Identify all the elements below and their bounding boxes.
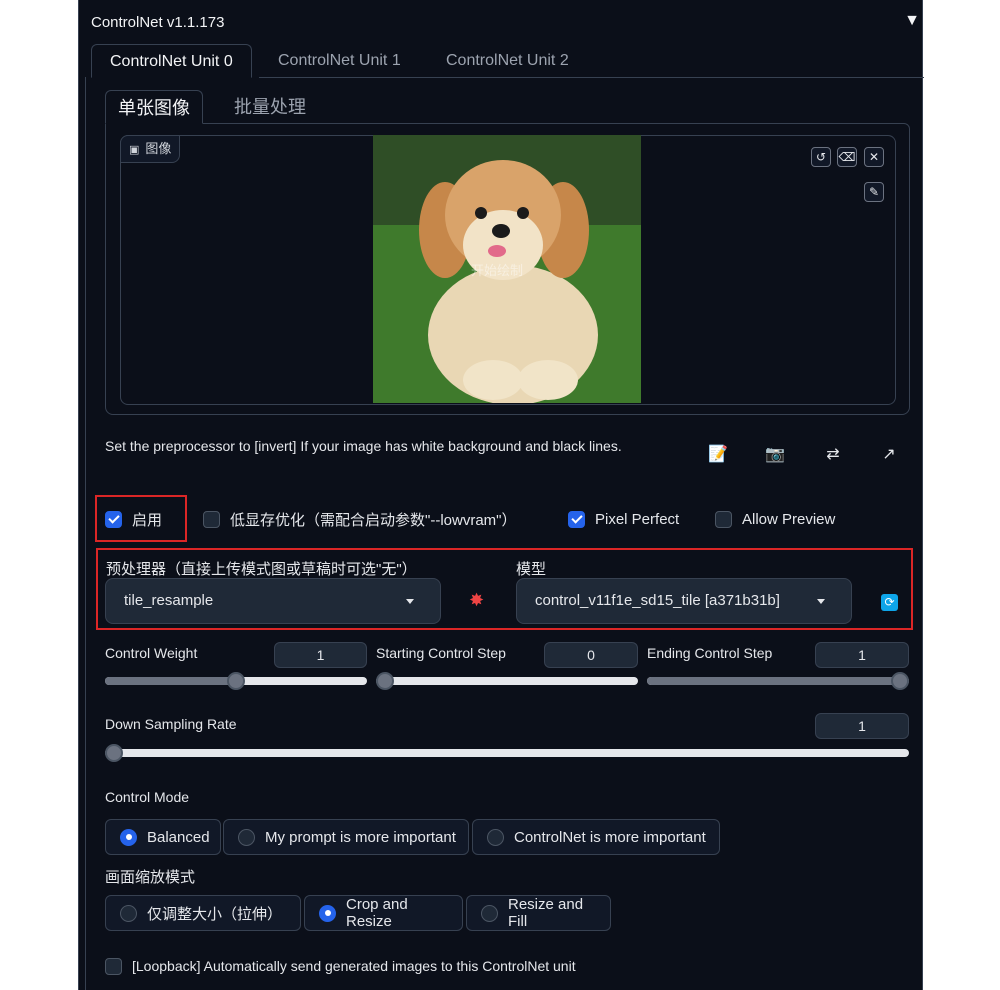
starting-step-slider[interactable] [376,672,638,690]
run-preprocessor-icon[interactable]: ✸ [469,590,484,611]
image-icon: ▣ [129,144,140,156]
radio-label: 仅调整大小（拉伸） [147,905,283,923]
model-label: 模型 [516,561,547,578]
radio-icon [238,828,255,846]
pixel-perfect-checkbox[interactable]: Pixel Perfect [568,508,679,530]
watermark: 开始绘制 [471,263,524,278]
ending-step-input[interactable]: 1 [815,642,909,668]
starting-step-label: Starting Control Step [376,645,506,661]
controlnet-panel: ControlNet v1.1.173 ▼ ControlNet Unit 0 … [78,0,924,990]
radio-label: ControlNet is more important [514,828,706,846]
resize-stretch-radio[interactable]: 仅调整大小（拉伸） [105,895,301,931]
enable-label: 启用 [132,511,163,529]
chevron-down-icon [406,599,414,604]
control-weight-label: Control Weight [105,645,198,661]
mode-controlnet-radio[interactable]: ControlNet is more important [472,819,720,855]
tab-batch[interactable]: 批量处理 [222,90,318,124]
radio-icon [487,828,504,846]
control-weight-slider[interactable] [105,672,367,690]
slider-thumb[interactable] [105,744,123,762]
lowvram-label: 低显存优化（需配合启动参数"--lowvram"） [230,511,517,529]
eraser-icon[interactable]: ⌫ [837,147,857,167]
resize-mode-label: 画面缩放模式 [105,869,196,886]
resize-fill-radio[interactable]: Resize and Fill [466,895,611,931]
radio-label: My prompt is more important [265,828,456,846]
panel-title: ControlNet v1.1.173 [91,14,225,31]
model-dropdown[interactable]: control_v11f1e_sd15_tile [a371b31b] [516,578,852,624]
radio-selected-icon [319,904,336,922]
image-label-text: 图像 [145,141,172,156]
mode-prompt-radio[interactable]: My prompt is more important [223,819,469,855]
slider-fill [647,677,909,685]
mode-balanced-radio[interactable]: Balanced [105,819,221,855]
checkbox-icon [203,510,220,528]
radio-label: Balanced [147,828,210,846]
slider-thumb[interactable] [891,672,909,690]
radio-selected-icon [120,828,137,846]
swap-icon[interactable]: ⇄ [821,444,845,464]
refresh-icon[interactable]: ⟳ [881,594,898,611]
allow-preview-label: Allow Preview [742,510,836,528]
slider-fill [105,677,236,685]
ending-step-slider[interactable] [647,672,909,690]
checkbox-icon [105,957,122,975]
starting-step-input[interactable]: 0 [544,642,638,668]
control-mode-label: Control Mode [105,789,190,805]
tab-single-image[interactable]: 单张图像 [105,90,203,124]
edit-icon[interactable]: 📝 [706,444,730,464]
radio-icon [120,904,137,922]
checkbox-checked-icon [568,510,585,528]
down-sampling-slider[interactable] [105,744,909,762]
image-label: ▣ 图像 [120,135,181,163]
camera-icon[interactable]: 📷 [763,444,787,464]
collapse-icon[interactable]: ▼ [904,12,920,30]
preprocessor-label: 预处理器（直接上传模式图或草稿时可选"无"） [106,561,417,578]
loopback-checkbox[interactable]: [Loopback] Automatically send generated … [105,955,576,977]
preprocessor-value: tile_resample [124,592,214,609]
lowvram-checkbox[interactable]: 低显存优化（需配合启动参数"--lowvram"） [203,508,516,530]
ending-step-label: Ending Control Step [647,645,773,661]
tab-unit-2[interactable]: ControlNet Unit 2 [428,44,587,78]
pixel-perfect-label: Pixel Perfect [595,510,680,528]
allow-preview-checkbox[interactable]: Allow Preview [715,508,835,530]
loopback-label: [Loopback] Automatically send generated … [132,958,576,974]
close-icon[interactable]: ✕ [864,147,884,167]
tab-unit-0[interactable]: ControlNet Unit 0 [91,44,252,78]
chevron-down-icon [817,599,825,604]
preprocessor-dropdown[interactable]: tile_resample [105,578,441,624]
slider-thumb[interactable] [376,672,394,690]
send-dimensions-icon[interactable]: ↗ [877,444,901,464]
radio-label: Resize and Fill [508,896,584,930]
brush-icon[interactable]: ✎ [864,182,884,202]
radio-label: Crop and Resize [346,896,408,930]
enable-checkbox[interactable]: 启用 [105,508,162,530]
radio-icon [481,904,498,922]
resize-crop-radio[interactable]: Crop and Resize [304,895,463,931]
checkbox-checked-icon [105,510,122,528]
down-sampling-input[interactable]: 1 [815,713,909,739]
control-weight-input[interactable]: 1 [274,642,367,668]
tab-unit-1[interactable]: ControlNet Unit 1 [260,44,419,78]
slider-thumb[interactable] [227,672,245,690]
model-value: control_v11f1e_sd15_tile [a371b31b] [535,592,780,609]
down-sampling-label: Down Sampling Rate [105,716,237,732]
undo-icon[interactable]: ↺ [811,147,831,167]
checkbox-icon [715,510,732,528]
preprocessor-hint: Set the preprocessor to [invert] If your… [105,438,622,454]
